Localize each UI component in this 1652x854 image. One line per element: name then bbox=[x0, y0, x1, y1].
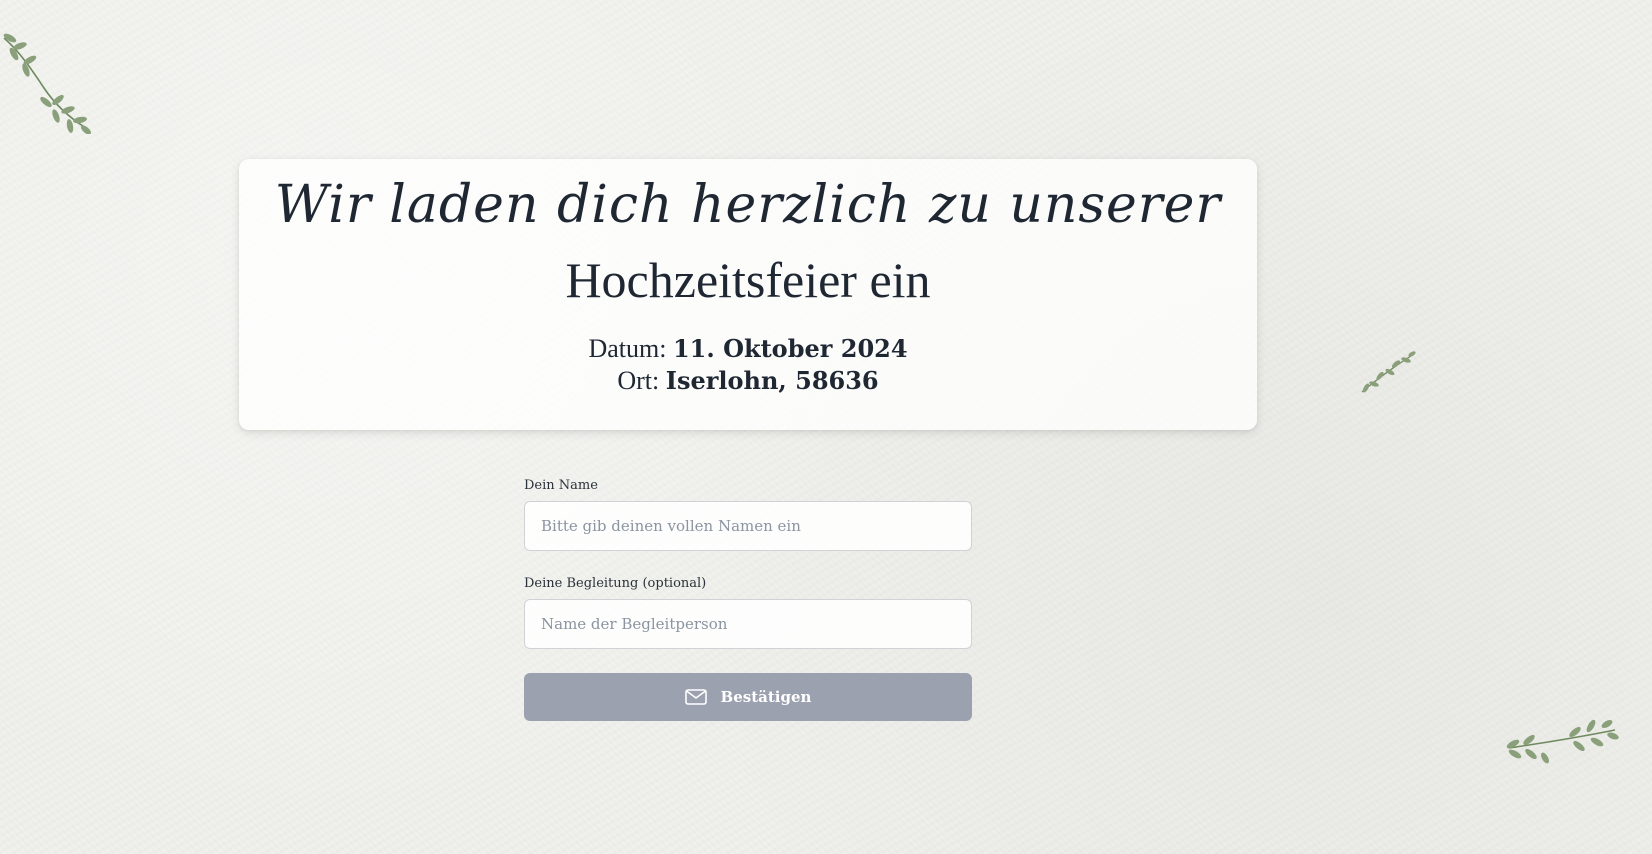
leaf-sprig-icon bbox=[1506, 719, 1619, 764]
companion-label: Deine Begleitung (optional) bbox=[524, 576, 707, 591]
name-input[interactable] bbox=[524, 501, 972, 551]
confirm-button[interactable]: Bestätigen bbox=[524, 673, 972, 721]
rsvp-form: Dein Name Deine Begleitung (optional) Be… bbox=[524, 478, 972, 721]
leaf-sprig-icon bbox=[1361, 351, 1416, 393]
place-label: Ort: bbox=[617, 366, 660, 395]
name-field-group: Dein Name bbox=[524, 478, 972, 551]
invitation-card: Wir laden dich herzlich zu unserer Hochz… bbox=[239, 159, 1257, 430]
event-date: Datum: 11. Oktober 2024 bbox=[239, 334, 1257, 364]
mail-icon bbox=[684, 689, 707, 705]
event-location: Ort: Iserlohn, 58636 bbox=[239, 366, 1257, 396]
invitation-heading-script: Wir laden dich herzlich zu unserer bbox=[274, 175, 1222, 235]
place-value: Iserlohn, 58636 bbox=[665, 366, 879, 395]
leaf-sprig-icon bbox=[3, 33, 91, 134]
companion-field-group: Deine Begleitung (optional) bbox=[524, 576, 972, 649]
confirm-button-label: Bestätigen bbox=[720, 688, 812, 706]
date-label: Datum: bbox=[588, 334, 667, 363]
invitation-title: Hochzeitsfeier ein bbox=[565, 252, 931, 308]
date-value: 11. Oktober 2024 bbox=[672, 334, 908, 363]
companion-input[interactable] bbox=[524, 599, 972, 649]
name-label: Dein Name bbox=[524, 478, 598, 493]
